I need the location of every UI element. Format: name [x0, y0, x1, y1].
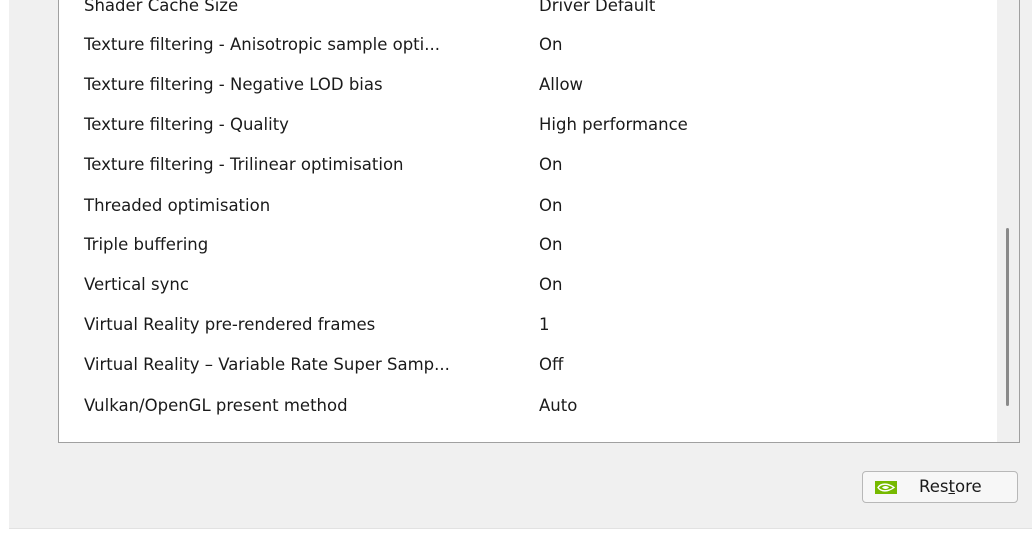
setting-value[interactable]: Auto [539, 386, 577, 426]
setting-name: Texture filtering - Anisotropic sample o… [84, 35, 440, 54]
table-row[interactable]: Vulkan/OpenGL present method Auto [59, 386, 979, 426]
setting-value[interactable]: Allow [539, 65, 583, 105]
restore-label: Restore [919, 477, 982, 496]
setting-name: Virtual Reality pre-rendered frames [84, 315, 376, 334]
table-row[interactable]: Texture filtering - Trilinear optimisati… [59, 145, 979, 185]
setting-value[interactable]: High performance [539, 105, 688, 145]
setting-name: Shader Cache Size [84, 0, 239, 15]
setting-name: Vulkan/OpenGL present method [84, 396, 348, 415]
setting-name: Texture filtering - Negative LOD bias [84, 75, 383, 94]
table-row[interactable]: Texture filtering - Quality High perform… [59, 105, 979, 145]
setting-value[interactable]: On [539, 145, 562, 185]
nvidia-logo-icon [875, 481, 897, 494]
table-row[interactable]: Texture filtering - Anisotropic sample o… [59, 25, 979, 65]
setting-name: Texture filtering - Trilinear optimisati… [84, 155, 404, 174]
setting-name: Texture filtering - Quality [84, 115, 289, 134]
setting-value[interactable]: On [539, 25, 562, 65]
table-row[interactable]: Virtual Reality pre-rendered frames 1 [59, 305, 979, 345]
setting-name: Virtual Reality – Variable Rate Super Sa… [84, 355, 450, 374]
table-row[interactable]: Vertical sync On [59, 265, 979, 305]
setting-value[interactable]: Off [539, 345, 563, 385]
setting-value[interactable]: Driver Default [539, 0, 655, 26]
settings-panel: Shader Cache Size Driver Default Texture… [9, 0, 1032, 529]
restore-button[interactable]: Restore [862, 471, 1018, 503]
table-row[interactable]: Virtual Reality – Variable Rate Super Sa… [59, 345, 979, 385]
scrollbar-thumb[interactable] [1006, 228, 1009, 406]
table-row[interactable]: Triple buffering On [59, 225, 979, 265]
settings-list: Shader Cache Size Driver Default Texture… [58, 0, 1020, 443]
table-row[interactable]: Texture filtering - Negative LOD bias Al… [59, 65, 979, 105]
setting-value[interactable]: On [539, 265, 562, 305]
setting-value[interactable]: On [539, 186, 562, 226]
table-row[interactable]: Shader Cache Size Driver Default [59, 0, 979, 26]
table-row[interactable]: Threaded optimisation On [59, 186, 979, 226]
setting-value[interactable]: On [539, 225, 562, 265]
setting-name: Threaded optimisation [84, 196, 271, 215]
vertical-scrollbar[interactable] [997, 0, 1019, 442]
setting-name: Vertical sync [84, 275, 189, 294]
setting-value[interactable]: 1 [539, 305, 550, 345]
setting-name: Triple buffering [84, 235, 209, 254]
